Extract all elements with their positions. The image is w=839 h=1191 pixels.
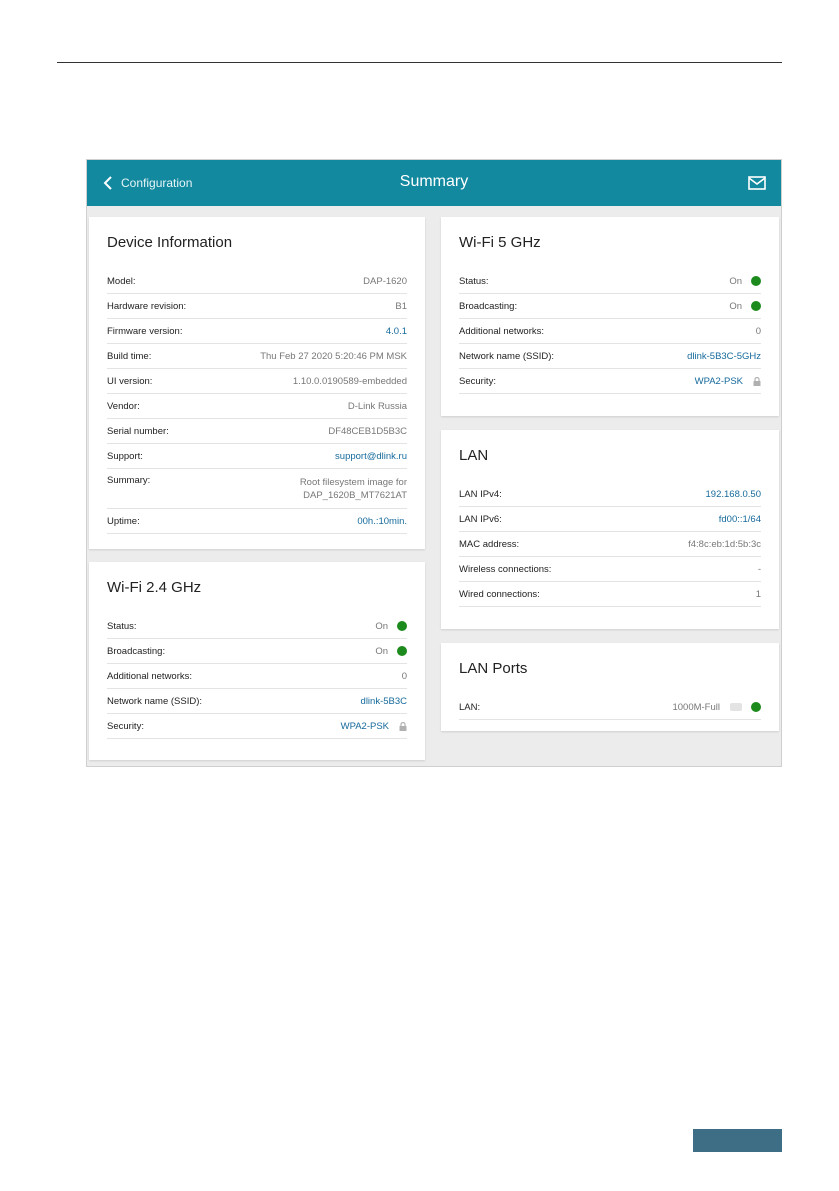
status-dot-icon — [751, 301, 761, 311]
wifi-24ghz-rows: Status: On Broadcasting: On Additional net… — [107, 614, 407, 739]
status-dot-icon — [751, 276, 761, 286]
lan-port-value: 1000M-Full — [672, 701, 720, 713]
device-information-card: Device Information Model: DAP-1620 Hardwa… — [89, 217, 425, 549]
lan-ipv6-row: LAN IPv6: fd00::1/64 — [459, 507, 761, 532]
wifi24-security-row: Security: WPA2-PSK — [107, 714, 407, 739]
lan-rows: LAN IPv4: 192.168.0.50 LAN IPv6: fd00::1/6… — [459, 482, 761, 607]
ui-version-row: UI version: 1.10.0.0190589-embedded — [107, 369, 407, 394]
wifi24-status-value: On — [375, 620, 388, 632]
wifi24-ssid-row: Network name (SSID): dlink-5B3C — [107, 689, 407, 714]
header-bar: Configuration Summary — [87, 160, 781, 206]
wifi24-security-link[interactable]: WPA2-PSK — [341, 721, 389, 732]
ui-version-value: 1.10.0.0190589-embedded — [292, 375, 407, 387]
vendor-value: D-Link Russia — [347, 400, 407, 412]
status-dot-icon — [397, 646, 407, 656]
summary-row: Summary: Root filesystem image for DAP_162… — [107, 469, 407, 509]
app-window: Configuration Summary Device Information… — [86, 159, 782, 767]
status-dot-icon — [751, 702, 761, 712]
wifi5-additional-networks-value: 0 — [755, 325, 761, 337]
wifi5-broadcasting-row: Broadcasting: On — [459, 294, 761, 319]
wifi5-status-row: Status: On — [459, 269, 761, 294]
serial-number-value: DF48CEB1D5B3C — [328, 425, 407, 437]
wifi24-additional-networks-row: Additional networks: 0 — [107, 664, 407, 689]
wifi-24ghz-card: Wi-Fi 2.4 GHz Status: On Broadcasting: On … — [89, 562, 425, 760]
wifi5-additional-networks-row: Additional networks: 0 — [459, 319, 761, 344]
build-time-value: Thu Feb 27 2020 5:20:46 PM MSK — [260, 350, 407, 362]
lan-card: LAN LAN IPv4: 192.168.0.50 LAN IPv6: fd00:… — [441, 430, 779, 629]
wifi5-ssid-link[interactable]: dlink-5B3C-5GHz — [687, 351, 761, 362]
wifi24-status-row: Status: On — [107, 614, 407, 639]
wireless-connections-value: - — [757, 563, 761, 575]
firmware-version-link[interactable]: 4.0.1 — [386, 326, 407, 337]
hardware-revision-value: B1 — [395, 300, 407, 312]
mac-address-value: f4:8c:eb:1d:5b:3c — [688, 538, 761, 550]
lock-icon — [399, 721, 407, 731]
mail-icon[interactable] — [747, 174, 767, 192]
device-information-rows: Model: DAP-1620 Hardware revision: B1 Firm… — [107, 269, 407, 534]
build-time-row: Build time: Thu Feb 27 2020 5:20:46 PM MS… — [107, 344, 407, 369]
model-row: Model: DAP-1620 — [107, 269, 407, 294]
support-email-link[interactable]: support@dlink.ru — [335, 451, 407, 462]
device-information-title: Device Information — [107, 234, 233, 251]
wireless-connections-row: Wireless connections: - — [459, 557, 761, 582]
lan-ipv4-link[interactable]: 192.168.0.50 — [706, 489, 761, 500]
wifi-5ghz-rows: Status: On Broadcasting: On Additional net… — [459, 269, 761, 394]
vendor-row: Vendor: D-Link Russia — [107, 394, 407, 419]
wifi-5ghz-title: Wi-Fi 5 GHz — [459, 234, 541, 251]
wifi24-ssid-link[interactable]: dlink-5B3C — [361, 696, 407, 707]
lan-ports-rows: LAN: 1000M-Full — [459, 695, 761, 720]
lan-title: LAN — [459, 447, 489, 464]
wifi5-ssid-row: Network name (SSID): dlink-5B3C-5GHz — [459, 344, 761, 369]
page-title: Summary — [399, 173, 469, 190]
serial-number-row: Serial number: DF48CEB1D5B3C — [107, 419, 407, 444]
lan-ipv6-link[interactable]: fd00::1/64 — [719, 514, 761, 525]
page-top-rule — [57, 62, 782, 63]
hardware-revision-row: Hardware revision: B1 — [107, 294, 407, 319]
uptime-row: Uptime: 00h.:10min. — [107, 509, 407, 534]
uptime-value: 00h.:10min. — [357, 515, 407, 527]
model-value: DAP-1620 — [363, 275, 407, 287]
status-dot-icon — [397, 621, 407, 631]
wifi5-status-value: On — [729, 275, 742, 287]
lan-ports-card: LAN Ports LAN: 1000M-Full — [441, 643, 779, 731]
firmware-version-row: Firmware version: 4.0.1 — [107, 319, 407, 344]
mac-address-row: MAC address: f4:8c:eb:1d:5b:3c — [459, 532, 761, 557]
wifi5-security-row: Security: WPA2-PSK — [459, 369, 761, 394]
lan-port-row: LAN: 1000M-Full — [459, 695, 761, 720]
summary-value: Root filesystem image for DAP_1620B_MT762… — [299, 476, 407, 501]
lock-icon — [753, 376, 761, 386]
support-row: Support: support@dlink.ru — [107, 444, 407, 469]
wifi24-broadcasting-value: On — [375, 645, 388, 657]
lan-ipv4-row: LAN IPv4: 192.168.0.50 — [459, 482, 761, 507]
wifi-5ghz-card: Wi-Fi 5 GHz Status: On Broadcasting: On Ad… — [441, 217, 779, 416]
wifi24-additional-networks-value: 0 — [401, 670, 407, 682]
wired-connections-value: 1 — [755, 588, 761, 600]
wifi24-broadcasting-row: Broadcasting: On — [107, 639, 407, 664]
port-icon — [730, 703, 742, 711]
page-number-tab — [693, 1129, 782, 1152]
wifi5-broadcasting-value: On — [729, 300, 742, 312]
wifi-24ghz-title: Wi-Fi 2.4 GHz — [107, 579, 202, 596]
wifi5-security-link[interactable]: WPA2-PSK — [695, 376, 743, 387]
lan-ports-title: LAN Ports — [459, 660, 528, 677]
wired-connections-row: Wired connections: 1 — [459, 582, 761, 607]
